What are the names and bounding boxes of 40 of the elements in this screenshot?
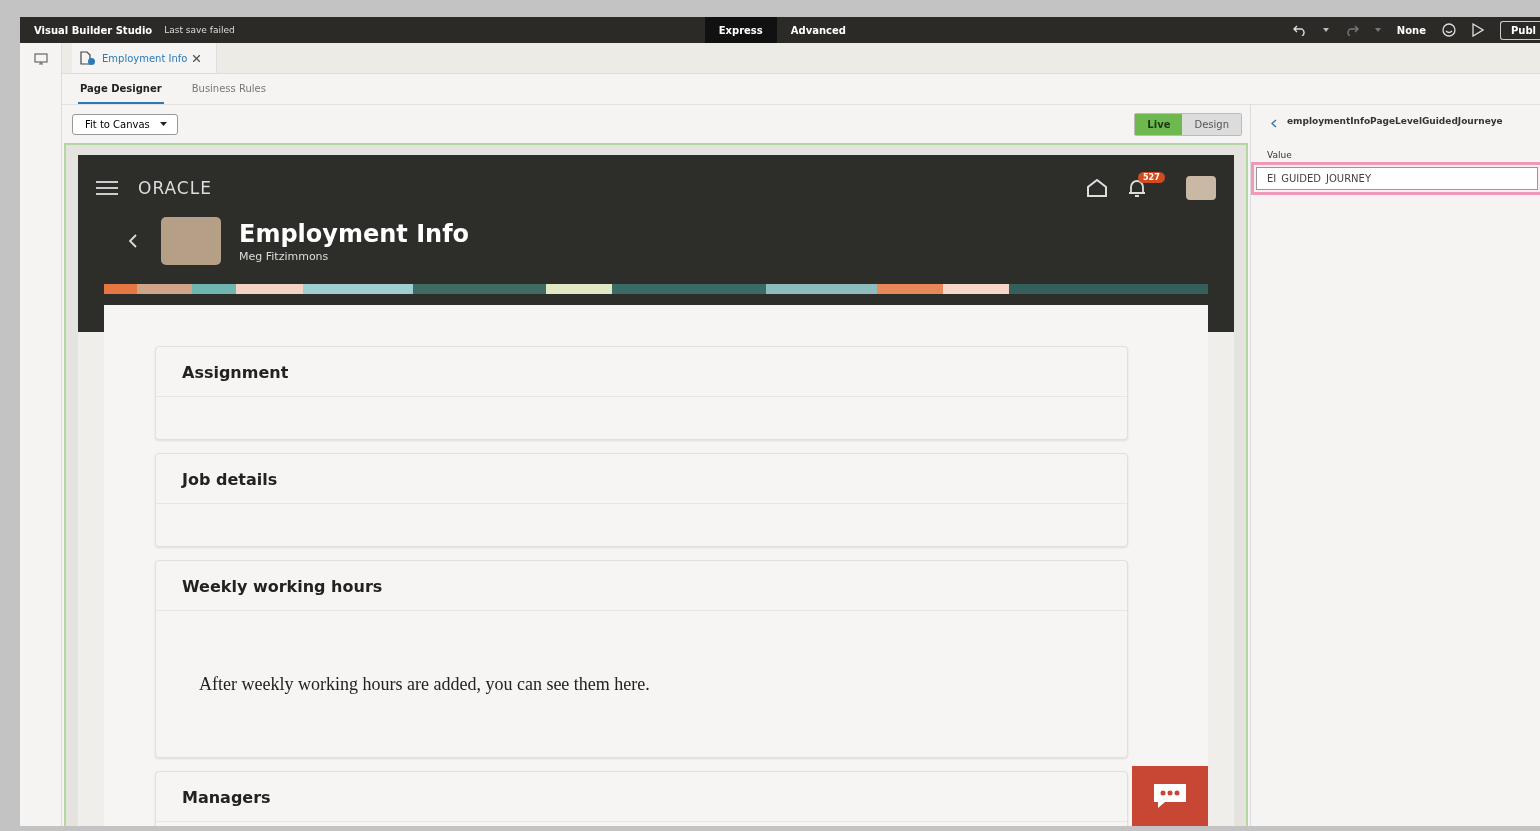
scope-label[interactable]: None (1396, 24, 1426, 36)
save-status: Last save failed (164, 25, 235, 35)
file-tab[interactable]: Employment Info (72, 43, 218, 73)
caret-icon[interactable] (1374, 28, 1381, 32)
menu-icon[interactable] (96, 181, 118, 195)
page-title: Employment Info (239, 219, 470, 248)
undo-icon[interactable] (1292, 24, 1307, 36)
section-title[interactable]: Assignment (156, 347, 1127, 397)
empty-message: After weekly working hours are added, you can see them here. (199, 673, 650, 695)
home-icon[interactable] (1086, 179, 1108, 197)
chat-icon (1151, 782, 1189, 810)
bell-icon[interactable] (1128, 178, 1146, 198)
mode-tab[interactable]: Express (704, 17, 777, 43)
editor-tab[interactable]: Business Rules (189, 74, 268, 104)
oracle-logo[interactable]: ORACLE (138, 178, 212, 198)
section-title[interactable]: Job details (156, 454, 1127, 504)
monitor-icon[interactable] (33, 53, 48, 65)
view-mode-toggle[interactable]: Live (1135, 113, 1183, 135)
zoom-dropdown[interactable]: Fit to Canvas (72, 113, 178, 135)
chat-button[interactable] (1132, 766, 1208, 826)
caret-icon (159, 122, 167, 126)
property-name: employmentInfoPageLevelGuidedJourneye (1287, 115, 1504, 127)
play-icon[interactable] (1471, 23, 1484, 37)
publish-button[interactable]: Publ (1499, 20, 1540, 40)
mode-tab[interactable]: Advanced (776, 17, 860, 43)
notification-badge: 527 (1138, 172, 1165, 183)
section-title[interactable]: Weekly working hours (156, 561, 1127, 611)
photo-placeholder (161, 217, 221, 265)
person-name: Meg Fitzimmons (239, 249, 330, 263)
app-title: Visual Builder Studio (34, 24, 153, 36)
redo-icon[interactable] (1344, 24, 1359, 36)
page-icon (80, 50, 96, 66)
smiley-icon[interactable] (1441, 23, 1456, 37)
view-mode-toggle[interactable]: Design (1182, 113, 1241, 135)
close-icon[interactable] (193, 54, 201, 62)
field-label: Value (1267, 150, 1293, 160)
editor-tab[interactable]: Page Designer (78, 74, 164, 104)
caret-icon[interactable] (1322, 28, 1329, 32)
section-title[interactable]: Managers (156, 772, 1127, 822)
value-field[interactable]: EI_GUIDED_JOURNEY (1256, 167, 1538, 190)
